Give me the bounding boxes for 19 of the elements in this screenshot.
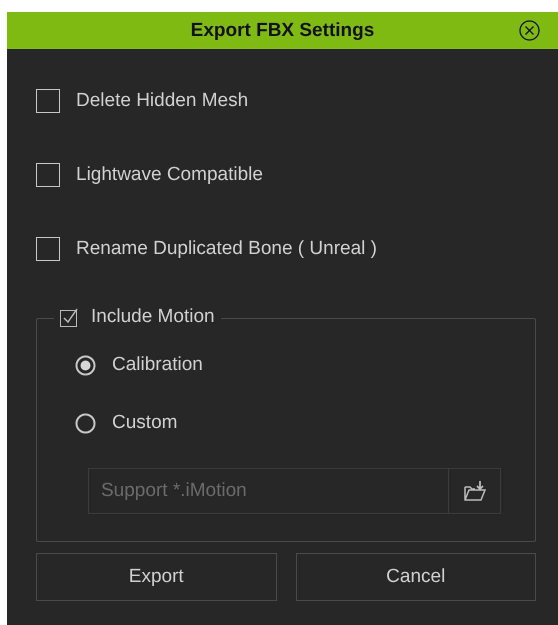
checkbox[interactable] xyxy=(36,163,60,187)
folder-icon xyxy=(462,478,488,504)
dialog-button[interactable]: Export xyxy=(36,553,276,601)
checkbox[interactable] xyxy=(36,237,60,261)
browse-button[interactable] xyxy=(449,468,501,514)
radio-button[interactable] xyxy=(75,412,96,434)
checkbox[interactable] xyxy=(60,308,79,326)
checkbox-label: Lightwave Compatible xyxy=(76,164,263,186)
radio-button[interactable] xyxy=(75,354,96,376)
window-title: Export FBX Settings xyxy=(190,20,374,42)
radio-label: Custom xyxy=(112,412,178,434)
file-path-field[interactable]: Support *.iMotion xyxy=(88,468,449,514)
checkbox-label: Delete Hidden Mesh xyxy=(76,90,248,112)
dialog-button[interactable]: Cancel xyxy=(296,553,536,601)
checkbox-label: Include Motion xyxy=(91,306,215,328)
checkbox[interactable] xyxy=(36,89,60,113)
radio-label: Calibration xyxy=(112,354,203,376)
checkbox-label: Rename Duplicated Bone ( Unreal ) xyxy=(76,238,377,260)
close-icon[interactable] xyxy=(519,20,540,41)
